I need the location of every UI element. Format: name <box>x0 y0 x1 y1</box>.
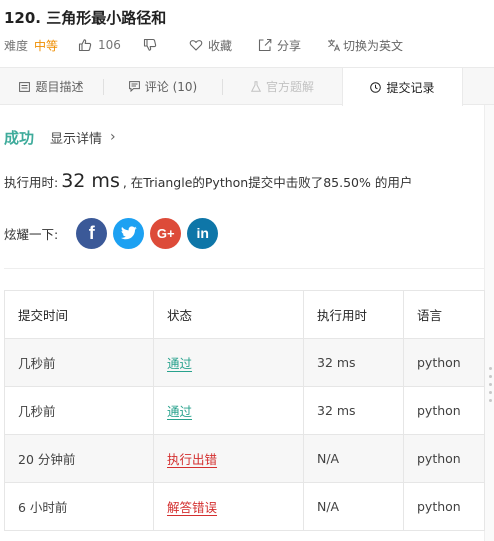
tab-description-label: 题目描述 <box>35 80 84 94</box>
share-label: 分享 <box>276 38 301 53</box>
share-button[interactable]: 分享 <box>258 37 301 54</box>
facebook-icon: f <box>88 222 95 243</box>
runtime-summary: 执行用时: 32 ms , 在Triangle的Python提交中击败了85.5… <box>4 170 412 194</box>
runtime-suffix: , 在Triangle的Python提交中击败了85.50% 的用户 <box>122 175 413 190</box>
comment-icon <box>128 81 140 92</box>
column-header-status: 状态 <box>153 290 304 339</box>
status-link[interactable]: 通过 <box>167 356 192 371</box>
status-cell: 执行出错 <box>153 434 304 483</box>
runtime-cell: 32 ms <box>303 338 404 387</box>
problem-title: 120. 三角形最小路径和 <box>4 9 167 27</box>
language-cell: python <box>403 386 485 435</box>
problem-header: 120. 三角形最小路径和 难度 中等 106 收藏 分享 切换为英文 <box>0 0 494 66</box>
twitter-icon <box>120 226 137 240</box>
table-row: 20 分钟前 执行出错 N/A python <box>4 434 485 483</box>
flask-icon <box>250 81 261 92</box>
description-icon <box>19 81 31 92</box>
linkedin-icon: in <box>196 225 209 241</box>
table-row: 6 小时前 解答错误 N/A python <box>4 482 485 531</box>
share-icon <box>258 38 272 52</box>
submission-result: 成功 显示详情 › <box>4 126 116 148</box>
favorite-button[interactable]: 收藏 <box>189 37 232 54</box>
google-plus-icon: G+ <box>156 225 175 241</box>
scroll-grip-dot <box>489 367 492 370</box>
status-cell: 通过 <box>153 386 304 435</box>
chevron-right-icon: › <box>110 129 116 145</box>
column-header-runtime: 执行用时 <box>303 290 404 339</box>
tab-official-solution-label: 官方题解 <box>265 80 314 94</box>
status-link[interactable]: 通过 <box>167 404 192 419</box>
translate-label: 切换为英文 <box>342 38 403 53</box>
tab-comments[interactable]: 评论 (10) <box>104 68 222 105</box>
dislike-button[interactable] <box>143 38 157 52</box>
difficulty-label: 难度 <box>4 38 29 53</box>
google-plus-share-button[interactable]: G+ <box>150 217 182 249</box>
like-button[interactable]: 106 <box>78 38 121 52</box>
scrollbar[interactable] <box>484 105 494 541</box>
thumbs-down-icon <box>143 38 157 51</box>
runtime-value: 32 ms <box>61 170 120 192</box>
column-header-language: 语言 <box>403 290 485 339</box>
scroll-grip-dot <box>489 375 492 378</box>
status-cell: 通过 <box>153 338 304 387</box>
scroll-grip-dot <box>489 391 492 394</box>
linkedin-share-button[interactable]: in <box>187 217 219 249</box>
language-cell: python <box>403 482 485 531</box>
runtime-cell: N/A <box>303 482 404 531</box>
submit-time-cell: 20 分钟前 <box>4 434 154 483</box>
tab-bar: 题目描述 评论 (10) 官方题解 提交记录 <box>0 67 494 106</box>
share-row: 炫耀一下: f G+ in <box>4 217 224 249</box>
thumbs-up-icon <box>78 39 92 52</box>
language-cell: python <box>403 434 485 483</box>
column-header-submit-time: 提交时间 <box>4 290 154 339</box>
twitter-share-button[interactable] <box>113 217 145 249</box>
favorite-label: 收藏 <box>207 38 232 53</box>
difficulty-value: 中等 <box>34 38 59 53</box>
tab-comments-label: 评论 (10) <box>144 80 198 94</box>
show-details-link[interactable]: 显示详情 › <box>50 128 116 147</box>
scroll-grip-dot <box>489 383 492 386</box>
like-count: 106 <box>98 38 121 52</box>
show-details-label: 显示详情 <box>50 131 103 147</box>
status-cell: 解答错误 <box>153 482 304 531</box>
submissions-table: 提交时间 状态 执行用时 语言 几秒前 通过 32 ms python 几秒前 … <box>4 290 485 531</box>
submit-time-cell: 几秒前 <box>4 386 154 435</box>
status-link[interactable]: 解答错误 <box>167 500 217 515</box>
tab-submissions-label: 提交记录 <box>386 80 435 95</box>
status-link[interactable]: 执行出错 <box>167 452 217 467</box>
facebook-share-button[interactable]: f <box>76 217 108 249</box>
runtime-cell: N/A <box>303 434 404 483</box>
scroll-grip-dot <box>489 399 492 402</box>
runtime-cell: 32 ms <box>303 386 404 435</box>
runtime-prefix: 执行用时: <box>4 175 59 190</box>
table-row: 几秒前 通过 32 ms python <box>4 386 485 435</box>
share-prompt-label: 炫耀一下: <box>4 226 59 242</box>
result-status: 成功 <box>4 128 35 147</box>
language-cell: python <box>403 338 485 387</box>
tab-official-solution[interactable]: 官方题解 <box>223 68 342 105</box>
tab-submissions[interactable]: 提交记录 <box>342 68 463 106</box>
problem-meta-bar: 难度 中等 106 收藏 分享 切换为英文 <box>4 36 403 54</box>
heart-icon <box>189 40 203 51</box>
translate-icon <box>327 39 340 52</box>
tab-description[interactable]: 题目描述 <box>0 68 103 105</box>
submit-time-cell: 6 小时前 <box>4 482 154 531</box>
section-divider <box>4 268 484 269</box>
clock-icon <box>370 81 382 93</box>
submit-time-cell: 几秒前 <box>4 338 154 387</box>
table-header-row: 提交时间 状态 执行用时 语言 <box>4 290 485 339</box>
translate-button[interactable]: 切换为英文 <box>327 37 403 54</box>
table-row: 几秒前 通过 32 ms python <box>4 338 485 387</box>
